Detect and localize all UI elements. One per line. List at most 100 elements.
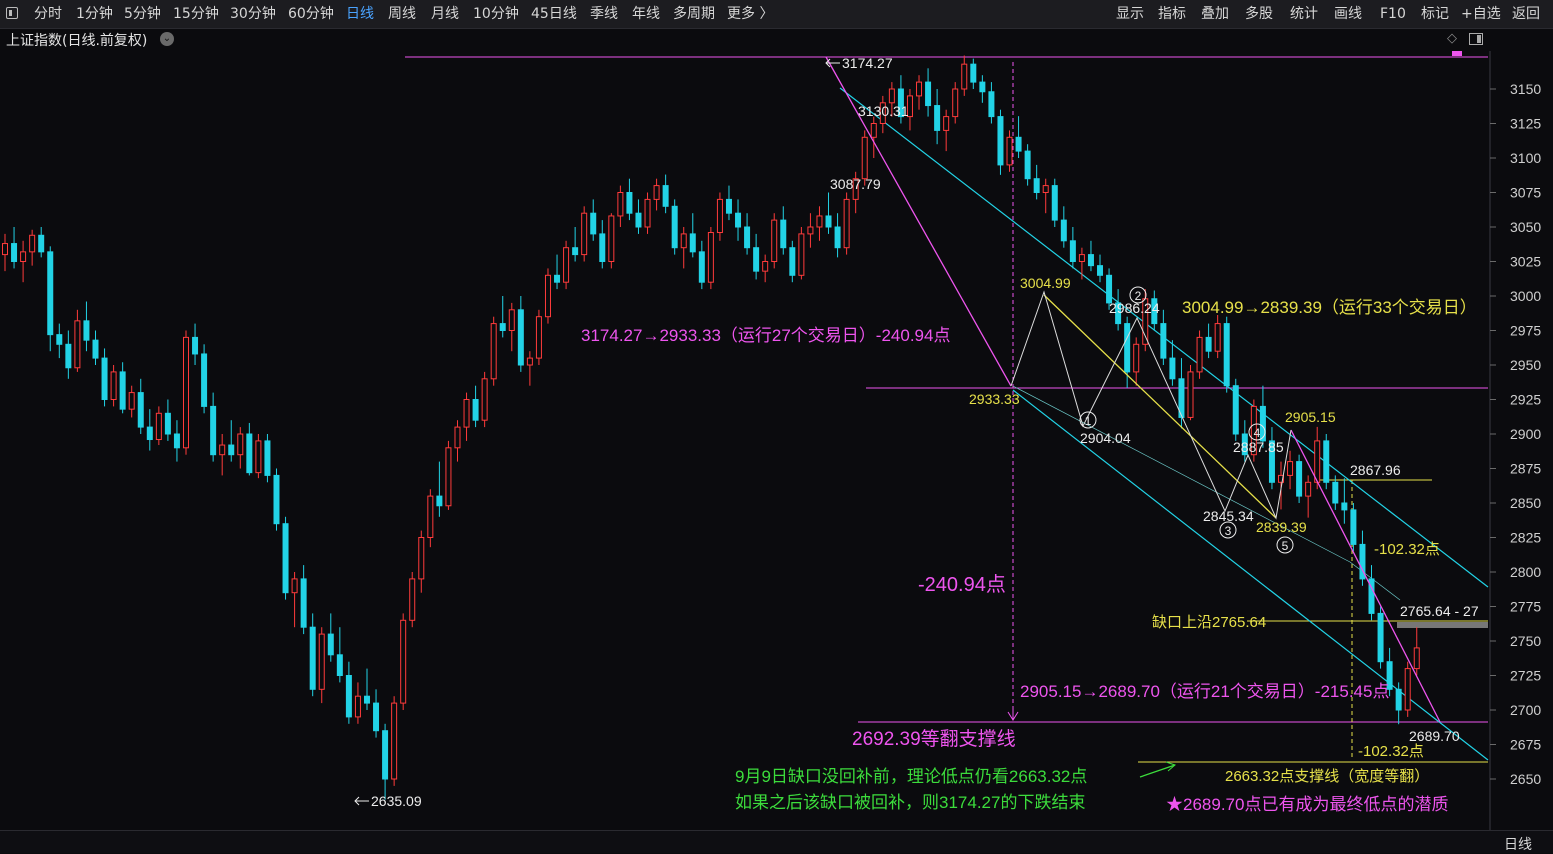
tab-10[interactable]: 45日线: [531, 5, 577, 23]
period-label[interactable]: 日线: [1504, 834, 1532, 854]
price-label: 2635.09: [371, 793, 422, 809]
y-tick-label: 3000: [1510, 288, 1541, 304]
price-label: 2904.04: [1080, 430, 1131, 446]
price-label: 2867.96: [1350, 462, 1401, 478]
price-label: 2887.85: [1233, 439, 1284, 455]
tab-2[interactable]: 5分钟: [124, 5, 161, 23]
candle: [1169, 357, 1176, 380]
menu-icon[interactable]: [6, 7, 18, 19]
toolbar-button-9[interactable]: 返回: [1512, 5, 1540, 23]
candle: [400, 619, 407, 704]
candle: [309, 626, 316, 690]
chart-title: 上证指数(日线.前复权): [6, 33, 148, 49]
candle: [1259, 405, 1266, 442]
diamond-icon[interactable]: ◇: [1447, 31, 1457, 46]
price-label: 2933.33: [969, 391, 1020, 407]
tab-5[interactable]: 60分钟: [288, 5, 334, 23]
candle: [771, 219, 778, 263]
toolbar-button-4[interactable]: 统计: [1290, 5, 1318, 23]
tab-12[interactable]: 年线: [632, 5, 660, 23]
candle: [65, 343, 72, 369]
candle: [345, 675, 352, 718]
y-tick-label: 3100: [1510, 150, 1541, 166]
candle: [38, 234, 45, 253]
candle: [128, 392, 135, 410]
candle: [20, 251, 27, 262]
tab-0[interactable]: 分时: [34, 5, 62, 23]
annotation-gap-line: 缺口上沿2765.64: [1152, 614, 1266, 631]
toolbar-button-3[interactable]: 多股: [1245, 5, 1273, 23]
tab-13[interactable]: 多周期: [673, 5, 715, 23]
chart-header: 上证指数(日线.前复权) ⌄ ◇: [0, 29, 1553, 51]
y-tick-label: 2950: [1510, 357, 1541, 373]
y-tick-label: 2750: [1510, 633, 1541, 649]
candle: [707, 232, 714, 283]
top-toolbar: 分时 1分钟 5分钟 15分钟 30分钟 60分钟 日线 周线 月线 10分钟 45日线 季线 年线 多周…: [0, 0, 1553, 29]
y-tick-label: 2675: [1510, 737, 1541, 753]
candle: [825, 215, 832, 228]
tab-7[interactable]: 周线: [388, 5, 416, 23]
candle: [1006, 136, 1013, 166]
candle: [653, 185, 660, 200]
toolbar-button-8[interactable]: +自选: [1461, 5, 1501, 23]
note-arrow: [1139, 764, 1176, 778]
candle: [1033, 178, 1040, 193]
candle: [273, 474, 280, 525]
tab-9[interactable]: 10分钟: [473, 5, 519, 23]
wave-zigzag: [1010, 290, 1292, 520]
candle: [644, 198, 651, 228]
candle: [481, 378, 488, 421]
toolbar-button-7[interactable]: 标记: [1421, 5, 1449, 23]
candle: [1413, 647, 1420, 670]
candle: [228, 444, 235, 456]
candle: [327, 633, 334, 656]
tab-3[interactable]: 15分钟: [173, 5, 219, 23]
candle: [318, 633, 325, 690]
tab-1[interactable]: 1分钟: [76, 5, 113, 23]
annotation-support-2692: 2692.39等翻支撑线: [852, 728, 1016, 750]
candle: [1350, 509, 1357, 545]
toolbar-button-0[interactable]: 显示: [1116, 5, 1144, 23]
toolbar-button-1[interactable]: 指标: [1158, 5, 1186, 23]
candle: [29, 234, 36, 253]
candle: [246, 433, 253, 474]
tab-11[interactable]: 季线: [590, 5, 618, 23]
annotation-decline2: 3004.99→2839.39（运行33个交易日）: [1182, 298, 1477, 317]
tab-8[interactable]: 月线: [431, 5, 459, 23]
tab-6[interactable]: 日线: [346, 5, 374, 23]
tab-14[interactable]: 更多 〉: [727, 5, 773, 23]
candlestick-chart[interactable]: 3150312531003075305030253000297529502925…: [0, 51, 1553, 830]
candle: [1160, 323, 1167, 359]
candle: [988, 91, 995, 118]
toolbar-button-2[interactable]: 叠加: [1201, 5, 1229, 23]
candle: [517, 309, 524, 366]
candle: [445, 447, 452, 507]
toolbar-button-6[interactable]: F10: [1380, 5, 1406, 23]
candle: [219, 444, 226, 456]
candle: [997, 116, 1004, 166]
candle: [164, 412, 171, 435]
time-axis-bar: 日线: [0, 830, 1553, 853]
candle: [11, 243, 18, 262]
price-label: 3174.27: [842, 55, 893, 71]
candle: [617, 192, 624, 217]
candle: [1196, 336, 1203, 373]
candle: [155, 412, 162, 441]
chevron-down-icon[interactable]: ⌄: [160, 32, 174, 46]
candle: [952, 88, 959, 118]
window-toggle-icon[interactable]: [1469, 33, 1483, 45]
y-tick-label: 2900: [1510, 426, 1541, 442]
y-tick-label: 2775: [1510, 599, 1541, 615]
candle: [780, 219, 787, 249]
wave-marker: 4: [1254, 426, 1261, 440]
candle: [391, 702, 398, 780]
candle: [816, 215, 823, 228]
toolbar-button-5[interactable]: 画线: [1334, 5, 1362, 23]
candle: [119, 371, 126, 410]
annotation-decline1: 3174.27→2933.33（运行27个交易日）-240.94点: [581, 326, 950, 345]
price-label: 2905.15: [1285, 409, 1336, 425]
tab-4[interactable]: 30分钟: [230, 5, 276, 23]
candle: [436, 495, 443, 507]
wave-marker: 5: [1282, 539, 1289, 553]
candle: [1097, 265, 1104, 276]
